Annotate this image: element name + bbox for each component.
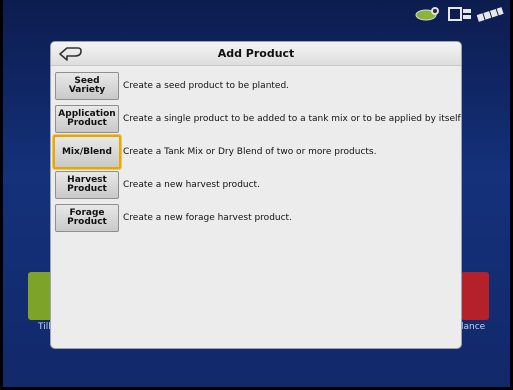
product-row-harvest: Harvest Product Create a new harvest pro… xyxy=(55,170,260,200)
seed-variety-button[interactable]: Seed Variety xyxy=(55,72,119,100)
dialog-title: Add Product xyxy=(217,47,295,60)
status-bar xyxy=(414,4,504,24)
mix-blend-description: Create a Tank Mix or Dry Blend of two or… xyxy=(123,147,377,157)
tractor-gps-icon[interactable] xyxy=(414,6,444,22)
add-product-dialog: Add Product Seed Variety Create a seed p… xyxy=(51,42,461,348)
application-product-description: Create a single product to be added to a… xyxy=(123,114,461,124)
seed-variety-description: Create a seed product to be planted. xyxy=(123,81,290,91)
harvest-product-description: Create a new harvest product. xyxy=(123,180,260,190)
guidance-app-tile[interactable] xyxy=(461,272,489,320)
application-product-button[interactable]: Application Product xyxy=(55,105,119,133)
mix-blend-button[interactable]: Mix/Blend xyxy=(53,135,121,169)
guidance-tile-label: lance xyxy=(461,322,486,332)
forage-product-description: Create a new forage harvest product. xyxy=(123,213,292,223)
product-row-forage: Forage Product Create a new forage harve… xyxy=(55,203,292,233)
forage-product-button[interactable]: Forage Product xyxy=(55,204,119,232)
product-row-mix-blend: Mix/Blend Create a Tank Mix or Dry Blend… xyxy=(53,135,377,169)
display-icon[interactable] xyxy=(448,6,472,22)
product-row-application: Application Product Create a single prod… xyxy=(55,104,461,134)
dialog-header: Add Product xyxy=(51,42,461,66)
product-row-seed: Seed Variety Create a seed product to be… xyxy=(55,71,289,101)
harvest-product-button[interactable]: Harvest Product xyxy=(55,171,119,199)
signal-chain-icon[interactable] xyxy=(476,6,504,22)
